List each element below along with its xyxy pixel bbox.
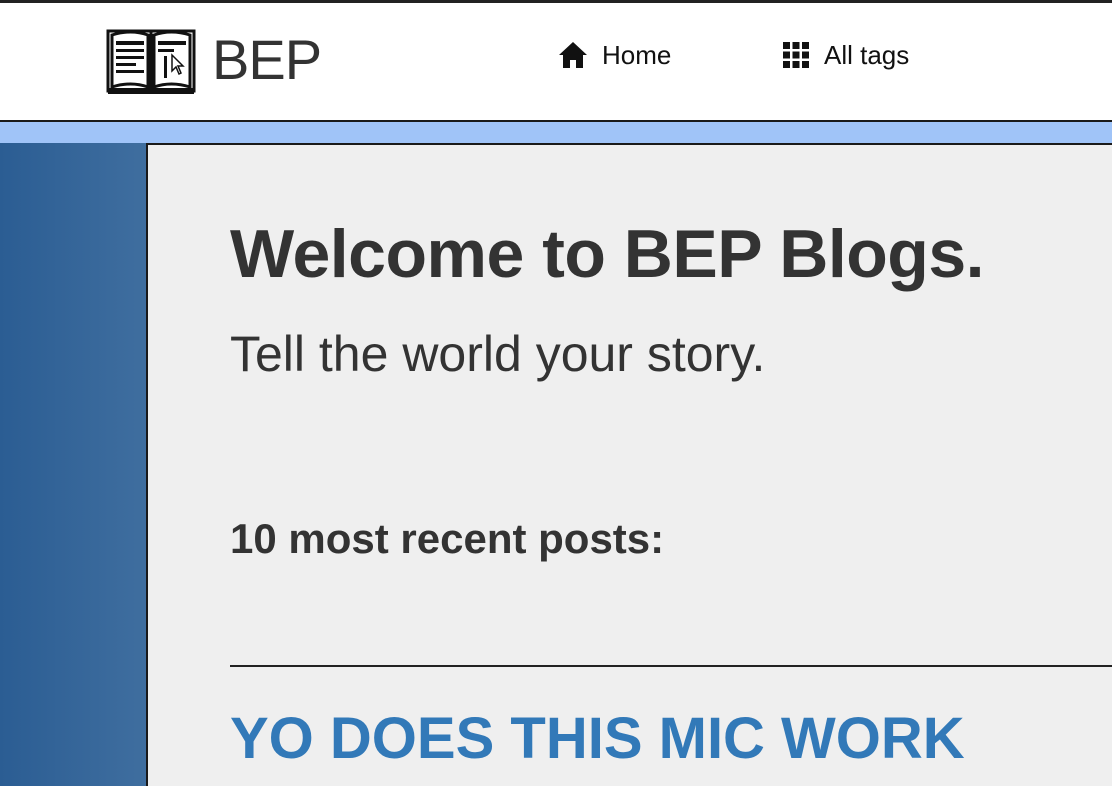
page-tagline: Tell the world your story. bbox=[230, 326, 766, 382]
accent-band bbox=[0, 122, 1112, 143]
nav-home-label: Home bbox=[602, 39, 672, 70]
brand-link[interactable]: BEP bbox=[106, 25, 322, 95]
navbar: BEP Home All tags bbox=[0, 3, 1112, 122]
brand-name: BEP bbox=[212, 28, 322, 91]
nav-home-link[interactable]: Home bbox=[558, 35, 671, 75]
post-title-link[interactable]: YO DOES THIS MIC WORK bbox=[230, 705, 965, 772]
post-divider bbox=[230, 665, 1112, 667]
page-title: Welcome to BEP Blogs. bbox=[230, 216, 985, 292]
left-sidebar bbox=[0, 143, 146, 786]
nav-all-tags-label: All tags bbox=[824, 39, 910, 70]
home-icon bbox=[559, 42, 587, 68]
nav-all-tags-link[interactable]: All tags bbox=[782, 35, 909, 75]
grid-icon bbox=[783, 42, 809, 68]
main-content: Welcome to BEP Blogs. Tell the world you… bbox=[146, 143, 1112, 786]
recent-posts-heading: 10 most recent posts: bbox=[230, 515, 665, 562]
open-book-with-cursor-icon bbox=[106, 29, 196, 94]
